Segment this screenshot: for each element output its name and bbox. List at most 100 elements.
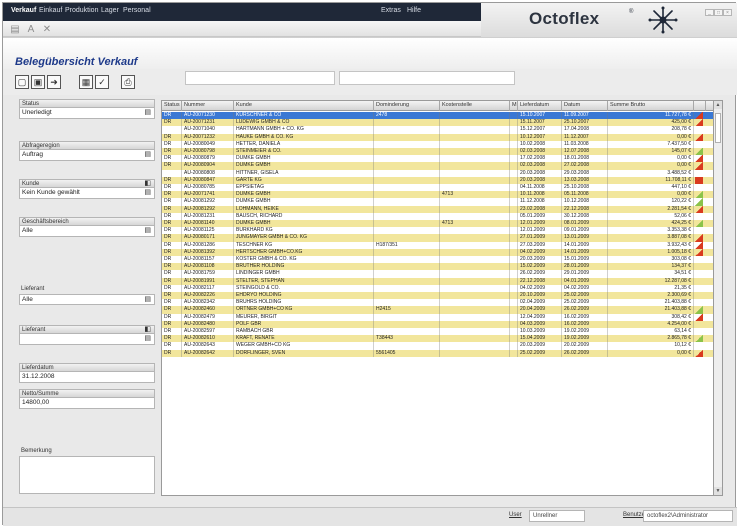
remark-textarea[interactable] [19, 456, 155, 494]
printer-icon[interactable]: ⎙ [121, 75, 135, 89]
row-flag-icon [695, 306, 703, 314]
table-row[interactable]: DR AU-20081125 BURKHARD KG 12.01.2009 09.01.… [162, 227, 713, 235]
table-row[interactable]: DR AU-20082480 POLF GBR 04.03.2009 16.02.200… [162, 320, 713, 328]
header-col-flag[interactable] [694, 101, 706, 111]
close-x-icon[interactable]: ✕ [41, 24, 53, 35]
table-row[interactable]: DR AU-20081991 STELTER, STEPHAN 22.12.2008 0… [162, 277, 713, 285]
table-row[interactable]: DR AU-20081292 DUMKE GMBH 11.12.2008 10.12.2… [162, 198, 713, 206]
menu-item-lager[interactable]: Lager [101, 7, 119, 14]
table-row[interactable]: DR AU-20082117 STEINGOLD & CO. 04.02.2009 04… [162, 284, 713, 292]
filter-sidebar: Status Unerledigt ▤ Abfrageregion Auftrag… [19, 97, 155, 497]
cell-col-customer: TESCHNER KG [234, 241, 374, 249]
table-row[interactable]: DR AU-20071741 DUMKE GMBH 4713 10.11.2008 05.… [162, 191, 713, 199]
filter-input-1[interactable] [185, 71, 335, 85]
table-row[interactable]: DR AU-20082597 RAMBACH GBR 10.03.2009 19.02.… [162, 328, 713, 336]
table-row[interactable]: DR AU-20071232 HAUKE GMBH & CO. KG 10.12.20… [162, 133, 713, 141]
cell-col-ref [374, 313, 440, 321]
new-doc-icon[interactable]: ▢ [15, 75, 29, 89]
table-row[interactable]: DR AU-20080171 JUNGMAYER GMBH & CO. KG 27.0… [162, 234, 713, 242]
table-row[interactable]: DR AU-20082460 ORTNER GMBH+CO KG H2415 20.04… [162, 306, 713, 314]
menu-item-personal[interactable]: Personal [123, 7, 151, 14]
menu-item-extras[interactable]: Extras [381, 7, 401, 14]
table-row[interactable]: DR AU-20082479 MEURER, BIRGIT 12.04.2009 16.… [162, 313, 713, 321]
table-row[interactable]: DR AU-20080847 GARTE KG 20.03.2008 13.03.200… [162, 176, 713, 184]
table-row[interactable]: DR AU-20080879 DUMKE GMBH 17.02.2008 18.01.2… [162, 155, 713, 163]
table-row[interactable]: DR AU-20082643 WEGER GMBH+CO KG 20.03.2009 2… [162, 342, 713, 350]
maximize-button[interactable]: □ [714, 9, 723, 16]
customer-select[interactable]: Kein Kunde gewählt ▤ [19, 188, 155, 199]
type-select[interactable]: Auftrag ▤ [19, 150, 155, 161]
cell-col-sum: 120,22 € [608, 198, 694, 206]
cell-col-number: AU-20071230 [182, 112, 234, 120]
menu-item-einkauf[interactable]: Einkauf [39, 7, 62, 14]
table-row[interactable]: DR AU-20080904 DUMKE GMBH 02.03.2008 27.02.2… [162, 162, 713, 170]
table-row[interactable]: DR AU-20081140 DUMKE GMBH 4713 12.01.2009 08.… [162, 220, 713, 228]
export-icon[interactable]: ➜ [47, 75, 61, 89]
check-icon[interactable]: ✓ [95, 75, 109, 89]
table-row[interactable]: DR AU-20071230 KÜRSCHNER & CO 2478 15.10.200… [162, 112, 713, 120]
net-total-input[interactable]: 14800,00 [19, 398, 155, 409]
table-row[interactable]: DR AU-20080785 EPPSIETAG 04.11.2008 25.10.20… [162, 184, 713, 192]
table-row[interactable]: AU-20071040 HARTMANN GMBH + CO. KG 15.12.2… [162, 126, 713, 134]
print-preview-icon[interactable]: ▦ [79, 75, 93, 89]
cell-col-cost [440, 176, 510, 184]
copy-doc-icon[interactable]: ▣ [31, 75, 45, 89]
scroll-up-icon[interactable]: ▲ [714, 101, 722, 109]
table-row[interactable]: DR AU-20081286 TESCHNER KG H187/351 27.03.20… [162, 241, 713, 249]
status-select[interactable]: Unerledigt ▤ [19, 108, 155, 119]
cell-col-ref [374, 248, 440, 256]
close-window-button[interactable]: × [723, 9, 732, 16]
sales-rep-select[interactable]: Alle ▤ [19, 294, 155, 305]
table-row[interactable]: DR AU-20081759 LINDINGER GMBH 26.02.2009 29.… [162, 270, 713, 278]
table-row[interactable]: DR AU-20081157 KÖSTER GMBH & CO. KG 20.03.2… [162, 256, 713, 264]
header-col-ref[interactable]: Dominderung [374, 101, 440, 111]
header-col-number[interactable]: Nummer [182, 101, 234, 111]
table-row[interactable]: DR AU-20081231 BAUSCH, RICHARD 05.01.2009 30… [162, 212, 713, 220]
cell-col-customer: HERTSCHER GMBH+CO.KG [234, 248, 374, 256]
menu-item-hilfe[interactable]: Hilfe [407, 7, 421, 14]
cell-col-m [510, 112, 518, 120]
cell-col-status: DR [162, 133, 182, 141]
cell-col-ref [374, 277, 440, 285]
table-row[interactable]: DR AU-20082342 BRÜHRS HOLDING 02.04.2009 25.… [162, 299, 713, 307]
menu-item-verkauf[interactable]: Verkauf [11, 7, 36, 14]
header-col-sum[interactable]: Summe Brutto [608, 101, 694, 111]
cell-col-cost [440, 140, 510, 148]
lookup-icon[interactable]: ◧ [144, 180, 151, 188]
table-row[interactable]: DR AU-20082642 DÖRFLINGER, SVEN 5561405 25.0… [162, 349, 713, 357]
table-row[interactable]: DR AU-20081108 BRÜTHER HOLDING 15.02.2009 28… [162, 263, 713, 271]
minimize-button[interactable]: _ [705, 9, 714, 16]
header-col-customer[interactable]: Kunde [234, 101, 374, 111]
header-col-delivery[interactable]: Lieferdatum [518, 101, 562, 111]
header-col-cost[interactable]: Kostenstelle [440, 101, 510, 111]
header-col-m[interactable]: M [510, 101, 518, 111]
table-row[interactable]: DR AU-20080049 HETTER, DANIELA 10.02.2008 11… [162, 140, 713, 148]
table-row[interactable]: DR AU-20082610 KRAFT, RENATE T38443 15.04.20… [162, 335, 713, 343]
menu-item-produktion[interactable]: Produktion [65, 7, 98, 14]
scroll-thumb[interactable] [715, 113, 721, 143]
header-col-status[interactable]: Status [162, 101, 182, 111]
cell-col-cost [440, 119, 510, 127]
sales-rep-value: Alle [22, 296, 33, 303]
scroll-down-icon[interactable]: ▼ [714, 487, 722, 495]
table-row[interactable]: DR AU-20081392 HERTSCHER GMBH+CO.KG 04.02.2… [162, 248, 713, 256]
cell-col-date: 20.02.2009 [562, 342, 608, 350]
grid-scrollbar[interactable]: ▲ ▼ [714, 100, 723, 496]
delivery-date-input[interactable]: 31.12.2008 [19, 372, 155, 383]
table-row[interactable]: AU-20080808 HITTNER, GISELA 20.03.2008 29.0… [162, 169, 713, 177]
filter-input-2[interactable] [339, 71, 515, 85]
cell-col-number: AU-20080171 [182, 234, 234, 242]
cell-col-customer: EHDRYO HOLDING [234, 292, 374, 300]
contact-select[interactable]: ▤ [19, 334, 155, 345]
table-row[interactable]: DR AU-20071231 LUDEWIG GMBH & CO 15.11.2007… [162, 119, 713, 127]
font-size-icon[interactable]: A [25, 24, 37, 35]
table-row[interactable]: DR AU-20081292 LOHMANN, HEIKE 23.02.2008 22.… [162, 205, 713, 213]
area-select[interactable]: Alle ▤ [19, 226, 155, 237]
table-row[interactable]: DR AU-20082226 EHDRYO HOLDING 20.10.2009 25.… [162, 292, 713, 300]
table-row[interactable]: DR AU-20080798 STEINMEIER & CO. 02.03.2008 1… [162, 148, 713, 156]
cell-col-number: AU-20071232 [182, 133, 234, 141]
dropdown-icon[interactable]: ▤ [9, 24, 21, 35]
header-col-date[interactable]: Datum [562, 101, 608, 111]
lookup-icon[interactable]: ◧ [144, 326, 151, 334]
cell-col-number: AU-20071741 [182, 191, 234, 199]
